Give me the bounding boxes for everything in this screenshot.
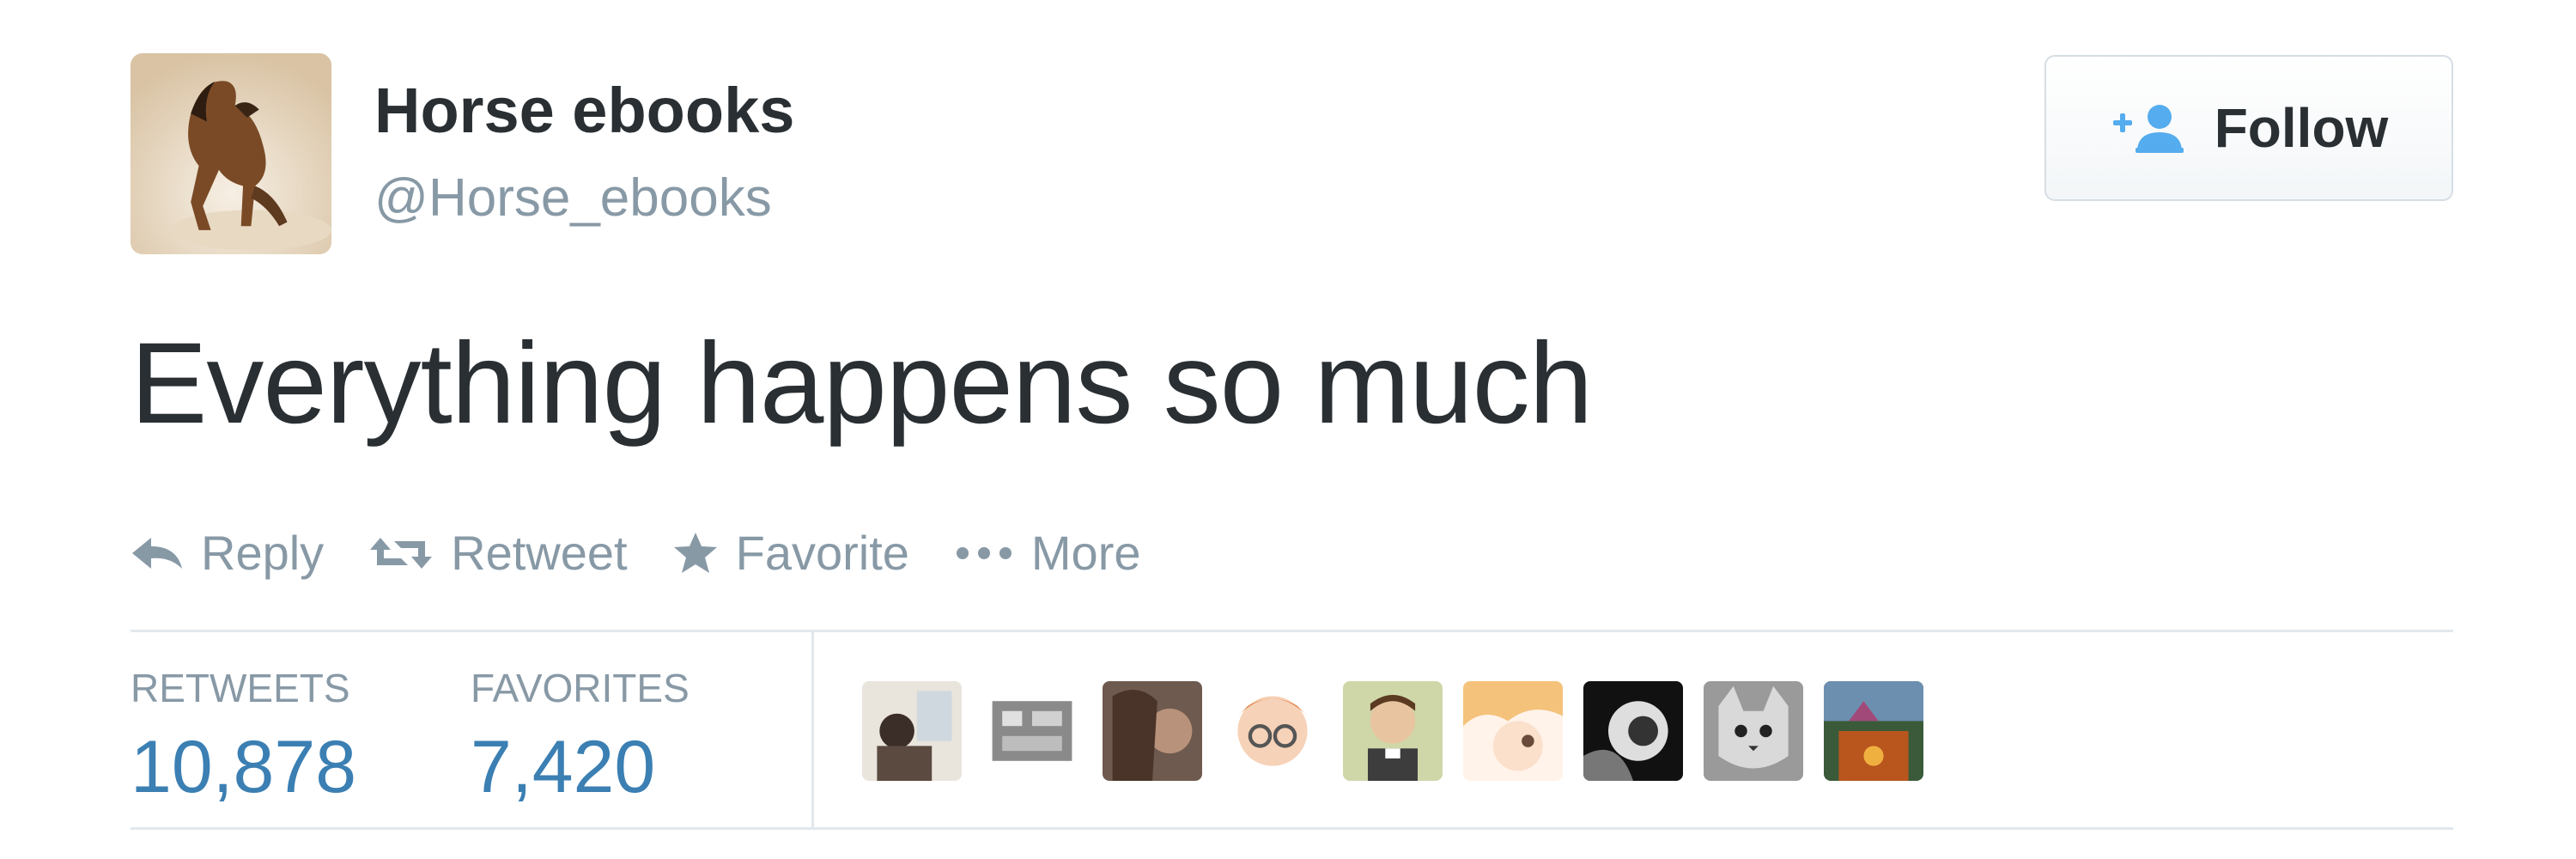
retweet-icon <box>370 538 433 569</box>
favoriter-avatar[interactable] <box>1583 681 1683 781</box>
favorites-stat-label: FAVORITES <box>471 666 690 710</box>
favorite-label: Favorite <box>735 526 909 580</box>
favoriter-avatar[interactable] <box>1343 681 1443 781</box>
favoriter-avatar[interactable] <box>862 681 962 781</box>
favoriter-avatar[interactable] <box>982 681 1082 781</box>
stats-bottom-divider <box>131 827 2453 830</box>
more-label: More <box>1030 526 1141 580</box>
retweet-action[interactable]: Retweet <box>368 526 628 580</box>
retweets-stat[interactable]: RETWEETS 10,878 <box>131 668 356 804</box>
retweets-stat-value: 10,878 <box>131 726 357 808</box>
reply-label: Reply <box>201 526 325 580</box>
retweets-stat-label: RETWEETS <box>131 666 350 710</box>
add-user-icon <box>2112 105 2184 153</box>
favoriter-avatar[interactable] <box>1824 681 1923 781</box>
more-dots-icon <box>956 547 1012 559</box>
favorites-stat-value: 7,420 <box>471 726 656 808</box>
favorites-stat[interactable]: FAVORITES 7,420 <box>471 668 690 804</box>
tweet-text: Everything happens so much <box>131 320 1593 448</box>
follow-button-label: Follow <box>2214 97 2389 159</box>
follow-button[interactable]: Follow <box>2044 55 2453 201</box>
favorite-action[interactable]: Favorite <box>672 529 909 577</box>
favoriter-avatar[interactable] <box>1223 681 1322 781</box>
favoriter-avatar[interactable] <box>1103 681 1202 781</box>
retweet-label: Retweet <box>451 526 628 580</box>
reply-icon <box>132 538 182 569</box>
star-icon <box>673 533 717 573</box>
favoriter-avatar[interactable] <box>1463 681 1563 781</box>
tweet-actions: Reply Retweet Favorite More <box>131 521 1141 586</box>
stats-vertical-divider <box>811 632 814 827</box>
horse-avatar-image <box>131 53 331 254</box>
reply-action[interactable]: Reply <box>131 529 324 577</box>
more-action[interactable]: More <box>954 529 1141 577</box>
user-handle[interactable]: @Horse_ebooks <box>374 172 772 225</box>
stats-top-divider <box>131 630 2453 632</box>
user-avatar[interactable] <box>131 53 331 254</box>
favoriter-avatar[interactable] <box>1704 681 1803 781</box>
favoriter-avatars <box>862 681 1923 781</box>
tweet-card: Horse ebooks @Horse_ebooks Follow Everyt… <box>0 0 2576 859</box>
user-full-name[interactable]: Horse ebooks <box>374 79 794 143</box>
